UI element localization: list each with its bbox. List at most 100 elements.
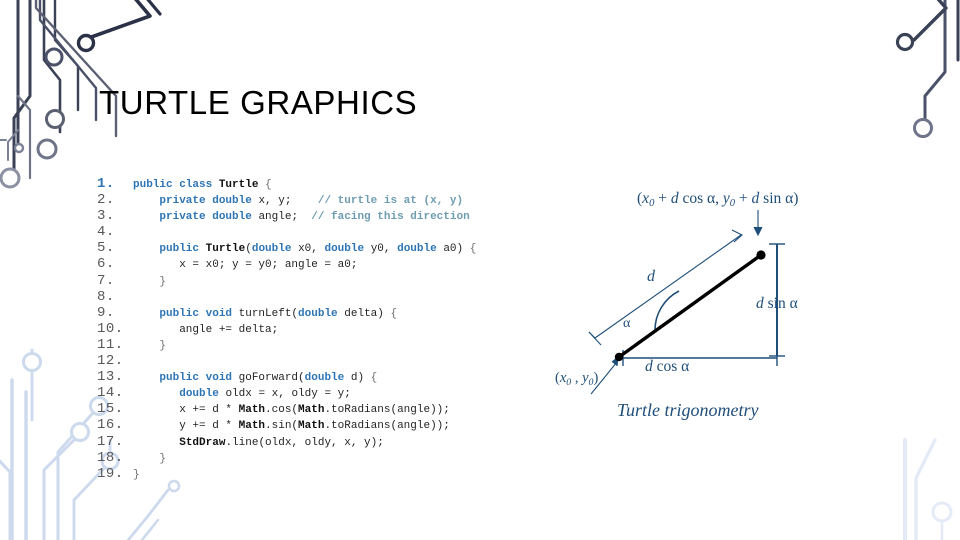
code-line-number: 2. — [97, 192, 115, 209]
figure-label-hypotenuse: d — [647, 268, 655, 285]
decor-top-right-traces — [912, 0, 960, 122]
code-token: .toRadians(angle)); — [324, 420, 450, 433]
code-line-number: 14. — [97, 385, 124, 402]
code-token: { — [390, 307, 398, 320]
code-line: 8. — [97, 289, 476, 305]
code-token: .toRadians(angle)); — [324, 404, 450, 417]
code-line-number: 13. — [97, 369, 124, 386]
code-token: x = x0; y = y0; angle = a0; — [133, 259, 358, 272]
code-token: } — [159, 452, 167, 465]
code-token: { — [469, 243, 477, 256]
code-token: oldx = x, oldy = y; — [225, 388, 351, 401]
code-token: private double — [159, 211, 259, 224]
code-line: 18. } — [97, 450, 476, 466]
code-token: Turtle — [205, 243, 246, 256]
figure-label-vertical: d sin α — [756, 295, 798, 312]
code-token: { — [265, 179, 272, 191]
figure-label-horizontal: d cos α — [645, 358, 690, 375]
code-line: 6. x = x0; y = y0; angle = a0; — [97, 256, 476, 272]
code-line: 11. } — [97, 337, 476, 353]
code-line-number: 15. — [97, 401, 124, 418]
code-token: .cos( — [265, 404, 299, 417]
code-line: 10. angle += delta; — [97, 321, 476, 337]
figure-caption: Turtle trigonometry — [617, 400, 759, 420]
code-token: x0, — [298, 243, 325, 256]
code-token: Math — [238, 404, 266, 417]
code-token: x += d * — [133, 404, 239, 417]
code-line-number: 10. — [97, 320, 124, 337]
code-token: delta) — [344, 307, 391, 320]
code-line: 4. — [97, 224, 476, 240]
code-line: 15. x += d * Math.cos(Math.toRadians(ang… — [97, 401, 476, 417]
code-token: double — [397, 243, 444, 256]
code-line-number: 12. — [97, 353, 124, 370]
code-token: goForward( — [238, 372, 305, 385]
code-token: Math — [238, 420, 266, 433]
code-token: .line(oldx, oldy, x, y); — [225, 436, 384, 449]
code-line: 13. public void goForward(double d) { — [97, 369, 476, 385]
code-line-number: 4. — [97, 224, 115, 241]
code-token: public void — [159, 307, 239, 320]
code-token: turnLeft( — [238, 307, 299, 320]
code-line-number: 16. — [97, 417, 124, 434]
code-line-number: 5. — [97, 240, 115, 257]
code-line-number: 11. — [97, 336, 124, 353]
code-line: 12. — [97, 353, 476, 369]
code-token: ( — [245, 243, 252, 256]
figure-label-origin: (x0 , y0) — [555, 370, 599, 388]
code-line-number: 8. — [97, 288, 115, 305]
code-token: // facing this direction — [311, 211, 470, 224]
figure-label-angle: α — [623, 316, 631, 331]
code-line: 9. public void turnLeft(double delta) { — [97, 305, 476, 321]
code-line: 17. StdDraw.line(oldx, oldy, x, y); — [97, 434, 476, 450]
code-token: { — [370, 372, 378, 385]
code-token: a0) — [443, 243, 470, 256]
page-title: TURTLE GRAPHICS — [99, 84, 418, 121]
figure-label-endpoint: (x0 + d cos α, y0 + d sin α) — [637, 190, 799, 209]
code-line: 2. private double x, y; // turtle is at … — [97, 192, 476, 208]
decor-top-left-pads — [0, 33, 96, 189]
code-line-number: 18. — [97, 449, 124, 466]
code-token: } — [159, 275, 167, 288]
code-line-number: 7. — [97, 272, 115, 289]
code-token: Math — [298, 420, 325, 433]
code-token: double — [324, 243, 371, 256]
decor-bottom-right-pads — [931, 501, 953, 523]
code-token: public class — [133, 179, 219, 191]
code-line: 14. double oldx = x, oldy = y; — [97, 385, 476, 401]
code-token: } — [133, 468, 140, 481]
code-token: public — [159, 243, 206, 256]
code-line-number: 1. — [97, 176, 115, 192]
code-listing: 1. public class Turtle {2. private double… — [97, 176, 476, 482]
code-line: 16. y += d * Math.sin(Math.toRadians(ang… — [97, 417, 476, 433]
code-token: double — [179, 388, 226, 401]
code-token: d) — [350, 372, 371, 385]
code-token: // turtle is at (x, y) — [317, 195, 464, 208]
code-token: Math — [298, 404, 325, 417]
code-line: 5. public Turtle(double x0, double y0, d… — [97, 240, 476, 256]
code-line: 3. private double angle; // facing this … — [97, 208, 476, 224]
figure-diagram — [588, 210, 785, 395]
code-line-number: 3. — [97, 208, 115, 225]
code-line-number: 6. — [97, 256, 115, 273]
code-token: } — [159, 339, 167, 352]
code-token: angle += delta; — [133, 323, 279, 336]
decor-top-right-pads — [895, 32, 933, 138]
code-token: y += d * — [133, 420, 239, 433]
decor-bottom-right-traces — [903, 438, 944, 540]
code-token: y0, — [370, 243, 398, 256]
code-token: .sin( — [265, 420, 299, 433]
code-line: 1. public class Turtle { — [97, 176, 476, 192]
turtle-trigonometry-figure: (x0 + d cos α, y0 + d sin α) d d sin α d… — [555, 178, 895, 428]
